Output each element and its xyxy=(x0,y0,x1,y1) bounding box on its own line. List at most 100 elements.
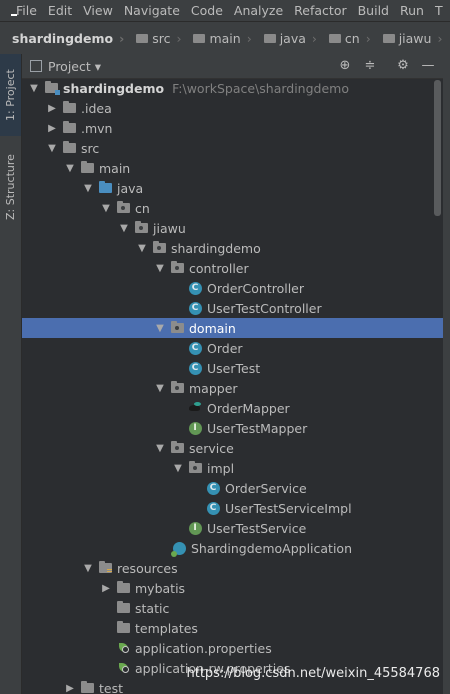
breadcrumb-java[interactable]: java › xyxy=(256,31,321,46)
chevron-down-icon[interactable]: ▼ xyxy=(136,242,148,254)
tree-label: domain xyxy=(189,320,236,336)
breadcrumb-main[interactable]: main › xyxy=(185,31,255,46)
chevron-down-icon[interactable]: ▼ xyxy=(100,202,112,214)
tree-label: mapper xyxy=(189,380,238,396)
tree-row-usertest[interactable]: C UserTest xyxy=(22,358,443,378)
tree-row-ordercontroller[interactable]: C OrderController xyxy=(22,278,443,298)
tree-row-idea[interactable]: ▶ .idea xyxy=(22,98,443,118)
mybatis-mapper-icon xyxy=(188,401,202,415)
tree-row-shardingdemoapplication[interactable]: ShardingdemoApplication xyxy=(22,538,443,558)
tree-row-resources[interactable]: ▼ resources xyxy=(22,558,443,578)
project-path: F:\workSpace\shardingdemo xyxy=(172,80,349,96)
menu-analyze[interactable]: Analyze xyxy=(234,3,283,18)
chevron-down-icon[interactable]: ▼ xyxy=(82,562,94,574)
breadcrumb-project[interactable]: shardingdemo › xyxy=(0,31,128,46)
breadcrumb-shardingdemo[interactable]: shardingdemo› xyxy=(446,31,450,46)
tree-row-ordermapper[interactable]: OrderMapper xyxy=(22,398,443,418)
folder-icon xyxy=(116,601,130,615)
tree-row-cn[interactable]: ▼ cn xyxy=(22,198,443,218)
scrollbar-thumb[interactable] xyxy=(434,80,441,216)
project-tool-tab[interactable]: 1: Project xyxy=(0,54,21,136)
tree-row-mvn[interactable]: ▶ .mvn xyxy=(22,118,443,138)
menu-run[interactable]: Run xyxy=(400,3,424,18)
tree-label: Order xyxy=(207,340,243,356)
tree-row-src[interactable]: ▼ src xyxy=(22,138,443,158)
tree-row-impl[interactable]: ▼ impl xyxy=(22,458,443,478)
folder-icon xyxy=(80,161,94,175)
tree-row-static[interactable]: static xyxy=(22,598,443,618)
menu-view[interactable]: View xyxy=(83,3,113,18)
locate-icon[interactable]: ⊕ xyxy=(337,58,353,74)
chevron-right-icon[interactable]: ▶ xyxy=(46,122,58,134)
folder-icon xyxy=(193,33,206,43)
collapse-all-icon[interactable]: ≑ xyxy=(362,58,378,74)
tree-row-shardingdemo-pkg[interactable]: ▼ shardingdemo xyxy=(22,238,443,258)
tree-row-mybatis[interactable]: ▶ mybatis xyxy=(22,578,443,598)
tree-row-mapper[interactable]: ▼ mapper xyxy=(22,378,443,398)
folder-icon xyxy=(116,581,130,595)
tree-label: controller xyxy=(189,260,249,276)
menu-file[interactable]: File xyxy=(16,3,37,18)
menu-edit[interactable]: Edit xyxy=(48,3,72,18)
tree-label: UserTestController xyxy=(207,300,322,316)
breadcrumb-cn[interactable]: cn › xyxy=(321,31,375,46)
class-icon: C xyxy=(188,281,202,295)
menu-tools[interactable]: T xyxy=(435,3,443,18)
watermark-text: https://blog.csdn.net/weixin_45584768 xyxy=(186,666,440,681)
tree-row-service[interactable]: ▼ service xyxy=(22,438,443,458)
folder-icon xyxy=(116,621,130,635)
tree-row-usertestservice[interactable]: I UserTestService xyxy=(22,518,443,538)
tree-label: mybatis xyxy=(135,580,186,596)
package-icon xyxy=(170,441,184,455)
chevron-down-icon[interactable]: ▼ xyxy=(154,322,166,334)
tree-row-domain[interactable]: ▼ domain xyxy=(22,318,443,338)
tree-label: resources xyxy=(117,560,178,576)
chevron-down-icon[interactable]: ▼ xyxy=(28,82,40,94)
folder-icon xyxy=(328,33,341,43)
tree-row-orderservice[interactable]: C OrderService xyxy=(22,478,443,498)
menu-build[interactable]: Build xyxy=(358,3,389,18)
tree-label: .idea xyxy=(81,100,112,116)
tree-label: ShardingdemoApplication xyxy=(191,540,352,556)
breadcrumb-jiawu[interactable]: jiawu › xyxy=(375,31,447,46)
tree-row-jiawu[interactable]: ▼ jiawu xyxy=(22,218,443,238)
hide-icon[interactable]: — xyxy=(420,58,436,74)
tree-row-order[interactable]: C Order xyxy=(22,338,443,358)
tree-row-usertestcontroller[interactable]: C UserTestController xyxy=(22,298,443,318)
chevron-down-icon[interactable]: ▼ xyxy=(64,162,76,174)
chevron-down-icon[interactable]: ▼ xyxy=(154,442,166,454)
chevron-down-icon[interactable]: ▼ xyxy=(82,182,94,194)
tree-row-usertestserviceimpl[interactable]: C UserTestServiceImpl xyxy=(22,498,443,518)
gear-icon[interactable]: ⚙ xyxy=(395,58,411,74)
menubar: File Edit View Navigate Code Analyze Ref… xyxy=(0,0,450,21)
structure-tool-tab[interactable]: Z: Structure xyxy=(0,142,21,232)
tree-label: UserTestService xyxy=(207,520,307,536)
tree-label: OrderController xyxy=(207,280,305,296)
tool-window-strip: 1: Project Z: Structure xyxy=(0,54,22,694)
chevron-right-icon[interactable]: ▶ xyxy=(46,102,58,114)
chevron-right-icon[interactable]: ▶ xyxy=(100,582,112,594)
chevron-right-icon[interactable]: ▶ xyxy=(64,682,76,694)
chevron-down-icon[interactable]: ▼ xyxy=(118,222,130,234)
tree-row-templates[interactable]: templates xyxy=(22,618,443,638)
project-view-selector[interactable]: Project ▾ xyxy=(48,59,101,74)
menu-navigate[interactable]: Navigate xyxy=(124,3,180,18)
tree-row-main[interactable]: ▼ main xyxy=(22,158,443,178)
properties-file-icon xyxy=(116,641,130,655)
chevron-down-icon[interactable]: ▼ xyxy=(46,142,58,154)
folder-icon xyxy=(62,141,76,155)
tree-label: UserTest xyxy=(207,360,261,376)
chevron-down-icon[interactable]: ▼ xyxy=(172,462,184,474)
menu-refactor[interactable]: Refactor xyxy=(294,3,346,18)
tree-row-java[interactable]: ▼ java xyxy=(22,178,443,198)
scrollbar-track[interactable] xyxy=(443,54,450,694)
chevron-down-icon[interactable]: ▼ xyxy=(154,262,166,274)
chevron-down-icon[interactable]: ▼ xyxy=(154,382,166,394)
tree-row-usertestmapper[interactable]: I UserTestMapper xyxy=(22,418,443,438)
menu-code[interactable]: Code xyxy=(191,3,223,18)
tree-label: cn xyxy=(135,200,150,216)
tree-row-application-properties[interactable]: application.properties xyxy=(22,638,443,658)
breadcrumb-src[interactable]: src › xyxy=(128,31,185,46)
tree-row-controller[interactable]: ▼ controller xyxy=(22,258,443,278)
tree-row-project-root[interactable]: ▼ shardingdemo F:\workSpace\shardingdemo xyxy=(22,78,443,98)
